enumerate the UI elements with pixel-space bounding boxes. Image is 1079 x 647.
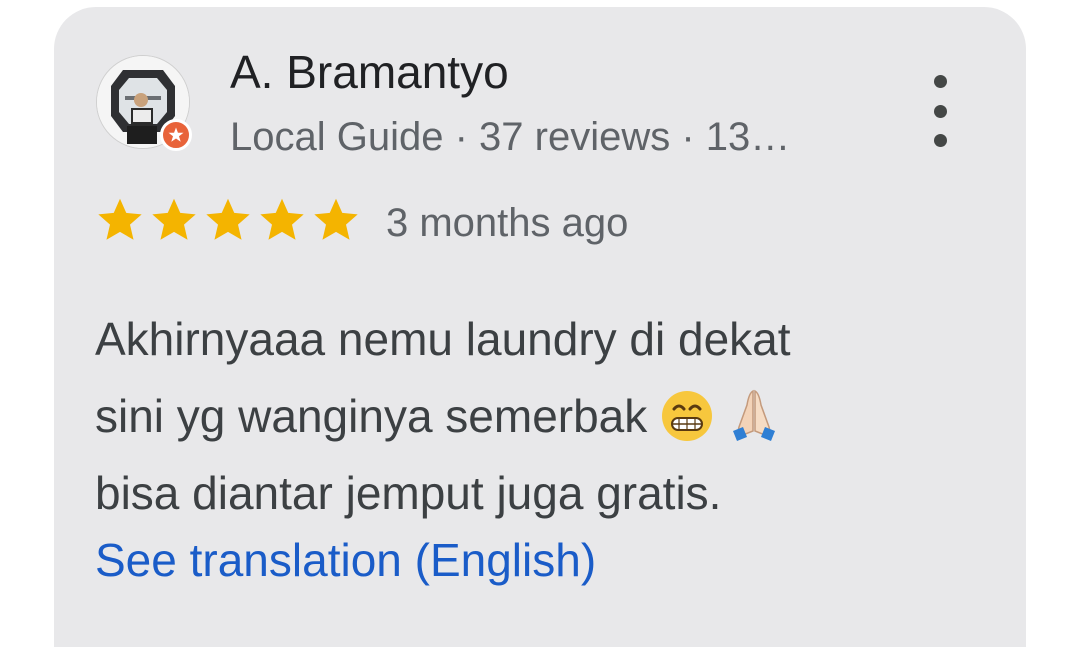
review-text-line: sini yg wanginya semerbak <box>95 390 648 442</box>
review-text-line-with-emoji: sini yg wanginya semerbak <box>95 378 995 455</box>
star-rating <box>94 195 362 245</box>
star-icon <box>152 198 196 240</box>
review-text-line: bisa diantar jemput juga gratis. <box>95 467 722 519</box>
folded-hands-emoji <box>732 389 775 441</box>
reviewer-name[interactable]: A. Bramantyo <box>230 45 509 99</box>
reviewer-avatar-container[interactable] <box>96 55 192 151</box>
star-icon <box>206 198 250 240</box>
dot <box>933 104 947 118</box>
star-icon <box>314 198 358 240</box>
star-icon <box>98 198 142 240</box>
review-card: A. Bramantyo Local Guide · 37 reviews · … <box>54 7 1026 647</box>
reviewer-meta: Local Guide · 37 reviews · 13… <box>230 115 791 159</box>
review-date: 3 months ago <box>386 201 629 245</box>
more-vert-icon[interactable] <box>920 75 960 147</box>
review-text-line: Akhirnyaaa nemu laundry di dekat <box>95 313 791 365</box>
dot <box>933 134 947 147</box>
grinning-face-emoji <box>662 390 713 441</box>
see-translation-link[interactable]: See translation (English) <box>95 533 596 587</box>
local-guide-badge-icon <box>160 119 192 151</box>
dot <box>933 75 947 88</box>
star-icon <box>260 198 304 240</box>
review-text: Akhirnyaaa nemu laundry di dekat sini yg… <box>95 301 995 532</box>
